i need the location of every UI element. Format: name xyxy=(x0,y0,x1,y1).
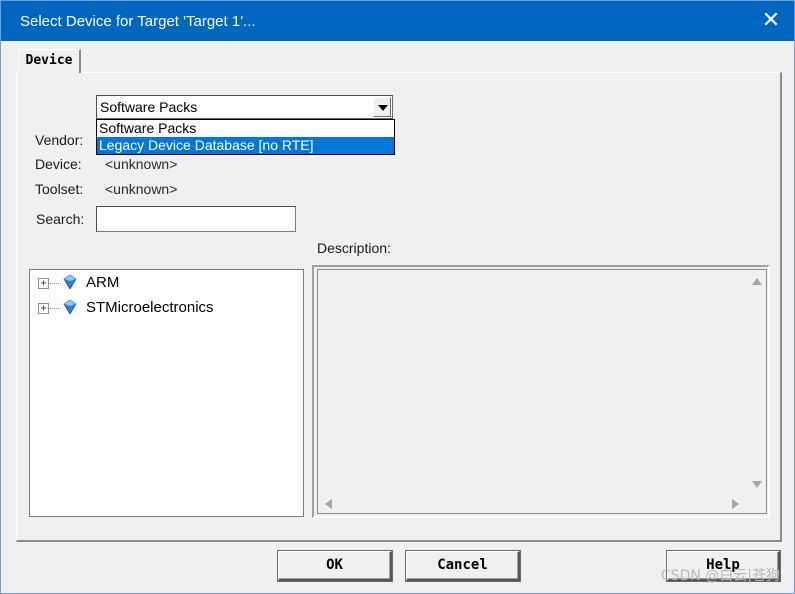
device-tree[interactable]: + ARM + STMicroelectronics xyxy=(29,269,304,517)
title-bar: Select Device for Target 'Target 1'... ✕ xyxy=(1,1,794,41)
scroll-left-icon[interactable] xyxy=(325,499,332,509)
scroll-right-icon[interactable] xyxy=(732,499,739,509)
gem-icon xyxy=(63,300,77,314)
scroll-down-icon[interactable] xyxy=(752,481,762,488)
description-label: Description: xyxy=(317,240,391,256)
horizontal-scrollbar[interactable] xyxy=(318,495,748,513)
dropdown-option-software-packs[interactable]: Software Packs xyxy=(97,120,394,137)
cancel-button[interactable]: Cancel xyxy=(406,551,520,581)
search-label: Search: xyxy=(36,211,85,227)
gem-icon xyxy=(63,275,77,289)
database-select-value: Software Packs xyxy=(100,99,198,115)
toolset-label: Toolset: xyxy=(35,181,84,197)
expand-icon[interactable]: + xyxy=(38,303,49,314)
scroll-up-icon[interactable] xyxy=(752,278,762,285)
watermark-text: CSDN @白云|苍狗 xyxy=(660,568,780,584)
database-dropdown-list: Software Packs Legacy Device Database [n… xyxy=(96,119,395,155)
tree-item-label: ARM xyxy=(86,274,120,291)
select-device-dialog: Select Device for Target 'Target 1'... ✕… xyxy=(0,0,795,594)
tab-device[interactable]: Device xyxy=(18,49,81,73)
tree-item-label: STMicroelectronics xyxy=(86,299,214,316)
window-title: Select Device for Target 'Target 1'... xyxy=(20,13,256,30)
vertical-scrollbar[interactable] xyxy=(748,270,766,496)
search-input[interactable] xyxy=(96,206,296,232)
vendor-label: Vendor: xyxy=(35,132,84,148)
tree-connector xyxy=(49,308,59,309)
expand-icon[interactable]: + xyxy=(38,278,49,289)
description-box xyxy=(317,269,767,514)
tree-connector xyxy=(49,283,59,284)
chevron-down-icon[interactable] xyxy=(373,97,391,117)
device-label: Device: xyxy=(35,156,82,172)
database-select[interactable]: Software Packs xyxy=(96,95,393,119)
device-value: <unknown> xyxy=(105,156,178,172)
close-icon[interactable]: ✕ xyxy=(748,1,794,41)
ok-button[interactable]: OK xyxy=(278,551,392,581)
toolset-value: <unknown> xyxy=(105,181,178,197)
dropdown-option-legacy-database[interactable]: Legacy Device Database [no RTE] xyxy=(97,137,394,154)
